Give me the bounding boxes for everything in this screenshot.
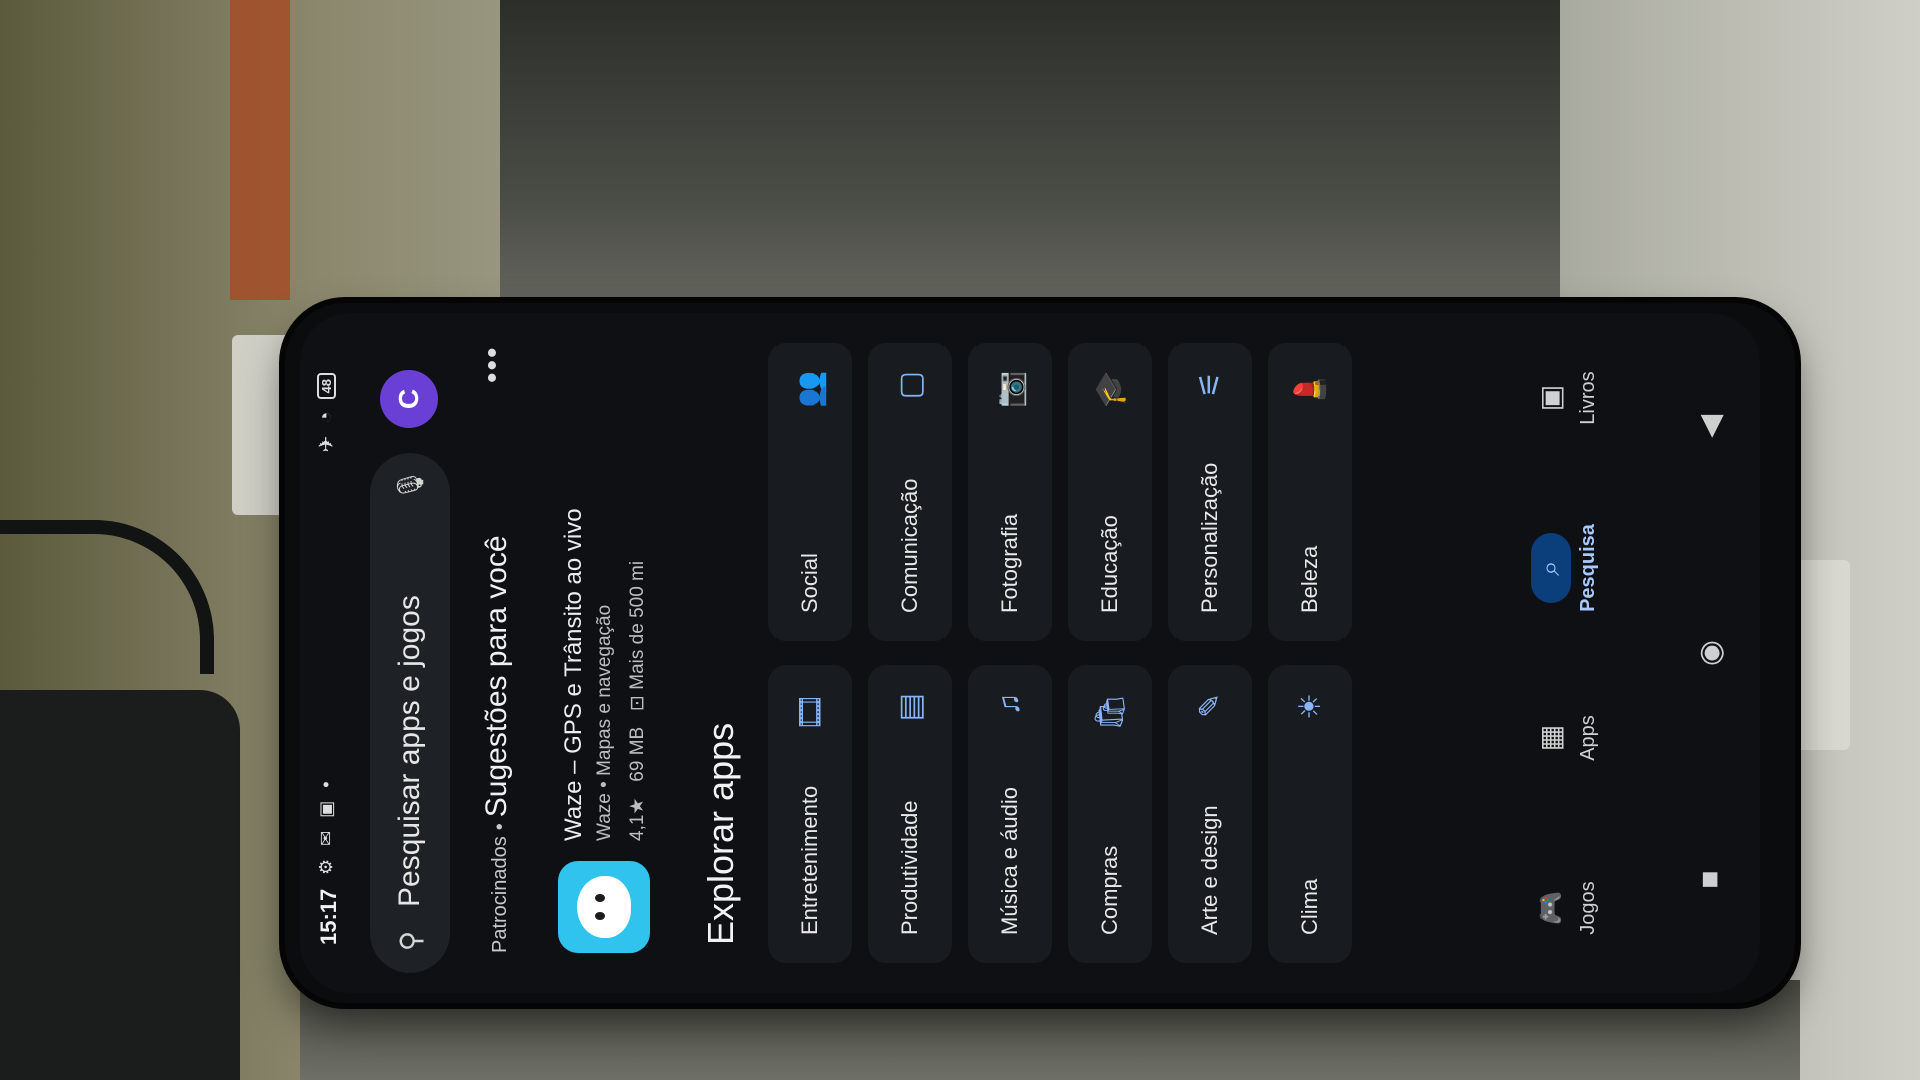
back-button[interactable]: ◀ [1693, 386, 1728, 466]
nav-label: Jogos [1576, 881, 1599, 935]
shopping-icon: 🛍 [1093, 693, 1127, 732]
category-grid: Entretenimento 🎞 Social 👥 Produtividade ▤ C… [768, 343, 1368, 963]
more-options-button[interactable]: ••• [476, 345, 510, 383]
category-compras[interactable]: Compras 🛍 [1068, 665, 1152, 963]
brush-icon: ✎ [1193, 693, 1227, 719]
category-label: Personalização [1197, 462, 1222, 613]
nav-label: Pesquisa [1576, 524, 1599, 612]
category-label: Produtividade [897, 800, 922, 935]
chat-icon: ▢ [893, 371, 927, 400]
book-icon: ▣ [1535, 384, 1566, 412]
app-name: Waze – GPS e Trânsito ao vivo [560, 508, 587, 841]
weather-icon: ☀ [1293, 693, 1327, 720]
category-entretenimento[interactable]: Entretenimento 🎞 [768, 665, 852, 963]
music-icon: ♫ [993, 693, 1026, 716]
category-produtividade[interactable]: Produtividade ▤ [868, 665, 952, 963]
app-info: Waze – GPS e Trânsito ao vivo Waze • Map… [540, 508, 690, 841]
category-social[interactable]: Social 👥 [768, 343, 852, 641]
app-downloads: Mais de 500 mi [627, 560, 648, 690]
category-label: Compras [1097, 845, 1122, 935]
system-navigation: ■ ◉ ◀ [1670, 313, 1750, 993]
category-comunicacao[interactable]: Comunicação ▢ [868, 343, 952, 641]
category-arte[interactable]: Arte e design ✎ [1168, 665, 1252, 963]
phone-clamp-top [232, 335, 292, 515]
app-subtitle: Waze • Mapas e navegação [594, 604, 615, 841]
sponsored-header: Patrocinados • Sugestões para você [480, 353, 514, 953]
category-label: Beleza [1297, 545, 1322, 613]
clock: 15:17 [316, 888, 341, 945]
search-bar[interactable]: ⚲ 🎙 [370, 453, 450, 973]
explore-title: Explorar apps [700, 722, 741, 945]
film-icon: 🎞 [793, 693, 827, 732]
orange-cloth [230, 0, 290, 300]
app-card-waze[interactable]: Waze – GPS e Trânsito ao vivo Waze • Map… [540, 333, 690, 973]
recents-button[interactable]: ■ [1693, 840, 1727, 920]
category-label: Música e áudio [997, 787, 1022, 935]
people-icon: 👥 [793, 371, 827, 409]
category-musica[interactable]: Música e áudio ♫ [968, 665, 1052, 963]
nav-livros[interactable]: ▣ Livros [1500, 333, 1630, 463]
category-label: Comunicação [897, 478, 922, 613]
nav-label: Apps [1576, 715, 1599, 761]
app-size: 69 MB [627, 726, 648, 782]
sponsored-label: Patrocinados [489, 836, 511, 953]
bottom-navigation: 🎮 Jogos ▦ Apps ⌕ Pesquisa ▣ Livros [1500, 313, 1630, 993]
home-button[interactable]: ◉ [1693, 613, 1728, 693]
play-store-screen: 15:17 ⚙ ✉ ▣ • ✈ ◔ 48 ⚲ 🎙 C Patrocinados •… [300, 313, 1760, 993]
lipstick-icon: 💄 [1293, 371, 1327, 409]
search-icon[interactable]: ⚲ [394, 909, 427, 973]
education-icon: 🎓 [1093, 371, 1127, 409]
category-label: Entretenimento [797, 785, 822, 935]
phone-clamp-bottom [1790, 560, 1850, 750]
status-bar: 15:17 ⚙ ✉ ▣ • ✈ ◔ 48 [300, 313, 356, 993]
category-label: Fotografia [997, 513, 1022, 613]
category-label: Clima [1297, 878, 1322, 935]
waze-icon[interactable] [558, 861, 650, 953]
category-clima[interactable]: Clima ☀ [1268, 665, 1352, 963]
category-fotografia[interactable]: Fotografia 📷 [968, 343, 1052, 641]
apps-grid-icon: ▦ [1535, 724, 1566, 752]
notification-icons: ⚙ ✉ ▣ • [316, 777, 336, 875]
wifi-icon: ◔ [315, 411, 337, 424]
category-label: Social [797, 553, 822, 613]
shelf [500, 0, 1600, 330]
search-icon: ⌕ [1530, 533, 1571, 603]
search-input[interactable] [392, 517, 428, 909]
app-rating: 4,1★ [627, 797, 648, 841]
phone: 15:17 ⚙ ✉ ▣ • ✈ ◔ 48 ⚲ 🎙 C Patrocinados •… [285, 303, 1795, 1003]
category-personalizacao[interactable]: Personalização ⚟ [1168, 343, 1252, 641]
calendar-icon: ▤ [893, 693, 927, 722]
category-label: Arte e design [1197, 805, 1222, 935]
nav-apps[interactable]: ▦ Apps [1500, 673, 1630, 803]
airplane-icon: ✈ [316, 435, 338, 453]
nav-label: Livros [1576, 371, 1599, 425]
category-label: Educação [1097, 515, 1122, 613]
black-box [0, 690, 240, 1080]
nav-jogos[interactable]: 🎮 Jogos [1500, 843, 1630, 973]
app-meta: 4,1★ 69 MB ⊡ Mais de 500 mi [626, 508, 649, 841]
separator: • [489, 823, 511, 831]
sliders-icon: ⚟ [1193, 371, 1227, 398]
account-avatar[interactable]: C [380, 370, 438, 428]
download-icon: ⊡ [627, 695, 648, 711]
battery-icon: 48 [317, 373, 336, 400]
gamepad-icon: 🎮 [1535, 890, 1566, 926]
nav-pesquisa[interactable]: ⌕ Pesquisa [1500, 503, 1630, 633]
section-title: Sugestões para você [480, 535, 513, 818]
system-indicators: ✈ ◔ 48 [314, 373, 339, 452]
camera-icon: 📷 [993, 371, 1027, 409]
mic-icon[interactable]: 🎙 [395, 453, 426, 517]
category-educacao[interactable]: Educação 🎓 [1068, 343, 1152, 641]
category-beleza[interactable]: Beleza 💄 [1268, 343, 1352, 641]
